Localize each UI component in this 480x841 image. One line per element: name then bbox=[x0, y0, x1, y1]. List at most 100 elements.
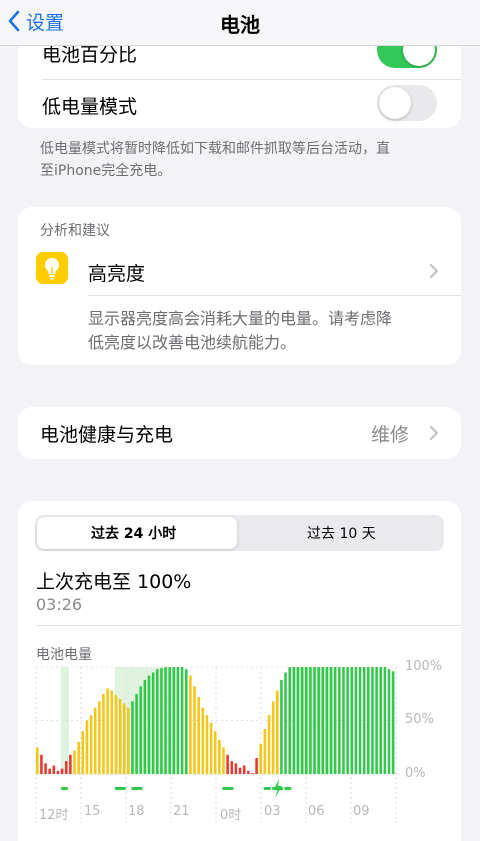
battery-bar bbox=[230, 761, 234, 774]
battery-bar bbox=[143, 679, 147, 774]
battery-bar bbox=[81, 731, 85, 774]
charging-indicator bbox=[60, 787, 69, 790]
battery-health-value: 维修 bbox=[370, 424, 409, 446]
battery-bar bbox=[383, 667, 387, 774]
battery-bar bbox=[56, 770, 60, 774]
battery-bar bbox=[60, 768, 64, 774]
battery-bar bbox=[151, 672, 155, 774]
battery-bar bbox=[247, 770, 250, 774]
battery-bar bbox=[69, 754, 72, 774]
last-charge-title: 上次充电至 100% bbox=[36, 571, 192, 593]
battery-bar bbox=[209, 722, 213, 774]
battery-bar bbox=[284, 672, 287, 774]
y-tick-label: 0% bbox=[405, 766, 426, 781]
battery-bar bbox=[102, 693, 105, 774]
battery-bar bbox=[317, 667, 320, 774]
battery-bar bbox=[271, 701, 275, 774]
brightness-row[interactable]: 高亮度 bbox=[18, 247, 461, 293]
low-power-footnote: 低电量模式将暂时降低如下载和邮件抓取等后台活动，直 至iPhone完全充电。 bbox=[40, 138, 390, 182]
charging-indicator bbox=[284, 787, 292, 790]
x-tick-label: 03 bbox=[264, 804, 281, 819]
battery-bar bbox=[160, 668, 163, 774]
x-tick-label: 12时 bbox=[39, 808, 69, 823]
x-tick-label: 06 bbox=[308, 804, 325, 819]
insights-card: 分析和建议 高亮度 显示器亮度高会消耗大量的电量。请考虑降 低亮度以改善电池续航… bbox=[18, 207, 461, 365]
battery-bar bbox=[346, 667, 349, 774]
battery-bar bbox=[64, 761, 68, 774]
battery-bar bbox=[85, 720, 89, 774]
battery-bar bbox=[251, 773, 254, 774]
row-divider bbox=[88, 295, 461, 296]
battery-bar bbox=[180, 667, 184, 774]
battery-bar bbox=[48, 768, 51, 774]
battery-bar bbox=[350, 667, 354, 774]
battery-bar bbox=[156, 669, 159, 774]
battery-bar bbox=[135, 693, 138, 774]
y-tick-label: 50% bbox=[405, 712, 434, 727]
time-range-segmented-control: 过去 24 小时 过去 10 天 bbox=[35, 515, 444, 551]
battery-bar bbox=[354, 667, 358, 774]
battery-bar bbox=[333, 667, 337, 774]
battery-bar bbox=[259, 744, 263, 774]
brightness-title: 高亮度 bbox=[88, 263, 146, 285]
battery-bar bbox=[375, 667, 378, 774]
battery-bar bbox=[342, 667, 345, 774]
battery-bar bbox=[238, 767, 242, 774]
battery-bar bbox=[164, 667, 167, 774]
insights-header: 分析和建议 bbox=[40, 223, 110, 239]
low-power-toggle[interactable] bbox=[377, 85, 437, 121]
battery-bar bbox=[267, 715, 271, 774]
battery-bar bbox=[36, 747, 39, 774]
battery-bar bbox=[40, 754, 43, 774]
battery-bar bbox=[114, 694, 118, 774]
tab-last-10-days[interactable]: 过去 10 天 bbox=[307, 523, 376, 543]
battery-bar bbox=[226, 754, 229, 774]
battery-bar bbox=[276, 690, 279, 774]
battery-bar bbox=[321, 667, 325, 774]
nav-bar: 设置 电池 bbox=[0, 0, 480, 46]
toggle-knob bbox=[379, 87, 411, 119]
battery-bar bbox=[201, 707, 205, 774]
battery-bar bbox=[263, 729, 267, 774]
battery-bar bbox=[313, 667, 316, 774]
battery-health-label: 电池健康与充电 bbox=[40, 424, 174, 446]
charging-indicator bbox=[131, 787, 143, 790]
row-divider bbox=[42, 79, 461, 80]
battery-bar bbox=[89, 715, 93, 774]
battery-bar bbox=[379, 667, 383, 774]
charging-indicator bbox=[263, 787, 271, 790]
section-divider bbox=[36, 625, 461, 626]
chevron-right-icon bbox=[429, 425, 439, 441]
battery-bar bbox=[189, 675, 192, 774]
battery-bar bbox=[73, 750, 76, 774]
battery-bar bbox=[77, 741, 80, 774]
battery-bar bbox=[367, 667, 370, 774]
x-tick-label: 18 bbox=[128, 804, 145, 819]
battery-bar bbox=[52, 765, 56, 774]
battery-bar bbox=[131, 701, 134, 774]
battery-bar bbox=[329, 667, 333, 774]
description-line: 低亮度以改善电池续航能力。 bbox=[88, 333, 297, 352]
battery-bar bbox=[280, 679, 283, 774]
last-charge-time: 03:26 bbox=[36, 595, 83, 614]
page-title: 电池 bbox=[220, 13, 260, 37]
low-power-label: 低电量模式 bbox=[42, 96, 138, 118]
battery-bar bbox=[184, 669, 188, 774]
battery-bar bbox=[213, 731, 217, 774]
battery-bar bbox=[176, 667, 180, 774]
charging-indicator bbox=[114, 787, 127, 790]
battery-usage-card: 过去 24 小时 过去 10 天 上次充电至 100% 03:26 电池电量 1… bbox=[18, 501, 461, 841]
battery-bar bbox=[193, 686, 196, 774]
y-tick-label: 100% bbox=[405, 659, 443, 674]
x-tick-label: 09 bbox=[353, 804, 370, 819]
battery-bar bbox=[122, 703, 126, 774]
battery-bar bbox=[110, 690, 114, 774]
battery-bar bbox=[93, 707, 97, 774]
battery-bar bbox=[234, 763, 238, 774]
battery-health-row[interactable]: 电池健康与充电 维修 bbox=[18, 407, 461, 459]
x-tick-label: 15 bbox=[84, 804, 101, 819]
x-tick-label: 0时 bbox=[220, 808, 242, 823]
battery-bar bbox=[304, 667, 308, 774]
battery-bar bbox=[255, 757, 258, 774]
tab-last-24-hours[interactable]: 过去 24 小时 bbox=[91, 523, 176, 543]
